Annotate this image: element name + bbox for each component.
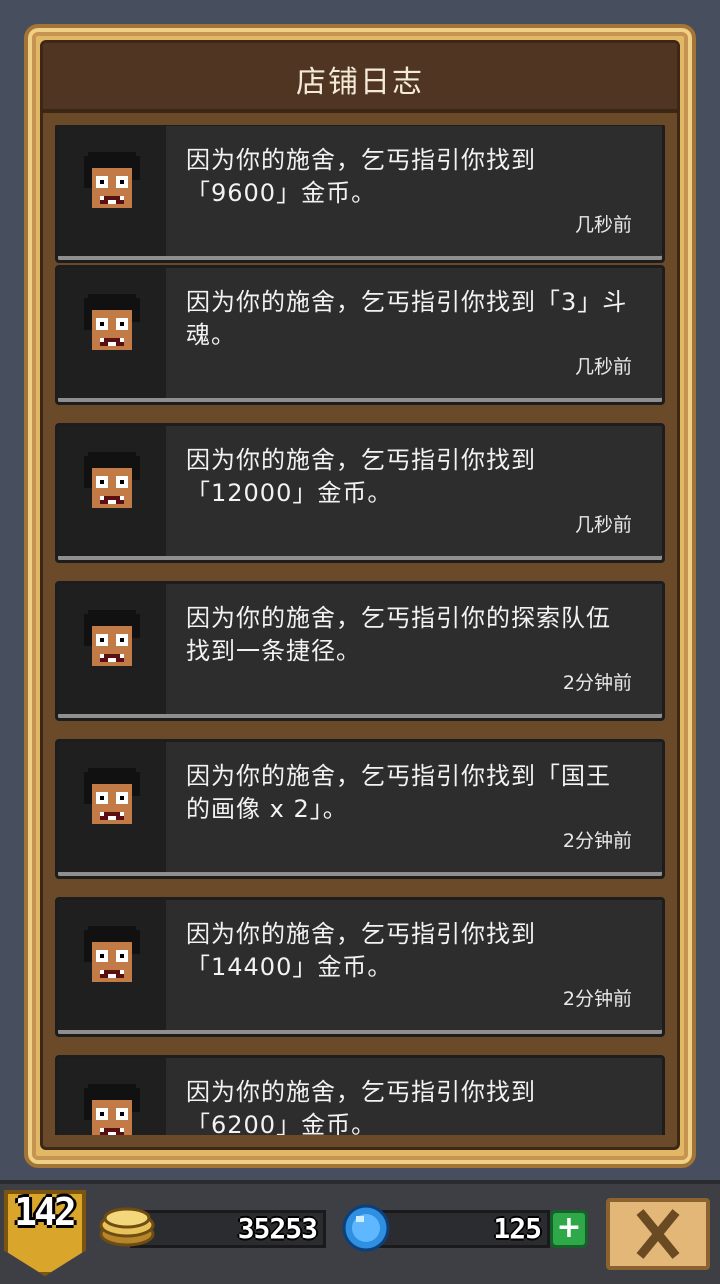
- log-entry: 因为你的施舍，乞丐指引你找到「国王 的画像 x 2」。 2分钟前: [55, 739, 665, 879]
- blue-gem-icon: [342, 1204, 390, 1252]
- gold-coin-icon: [99, 1207, 155, 1247]
- avatar-cell: [58, 426, 166, 556]
- log-time: 几秒前: [574, 356, 632, 378]
- log-time: 2分钟前: [562, 672, 632, 694]
- log-message: 因为你的施舍，乞丐指引你的探索队伍 找到一条捷径。: [186, 604, 611, 665]
- avatar-cell: [58, 268, 166, 398]
- log-entry: 因为你的施舍，乞丐指引你找到 「14400」金币。 2分钟前: [55, 897, 665, 1037]
- shop-log-panel: 店铺日志 因为你的施舍，乞丐指引你找到 「9600」金币。 几秒前 因为你的施舍…: [40, 40, 680, 1150]
- plus-icon: +: [556, 1210, 582, 1245]
- close-button[interactable]: [606, 1198, 710, 1270]
- beggar-face-icon: [84, 926, 140, 982]
- avatar-cell: [58, 900, 166, 1030]
- log-entry: 因为你的施舍，乞丐指引你找到 「6200」金币。: [55, 1055, 665, 1135]
- beggar-face-icon: [84, 768, 140, 824]
- beggar-face-icon: [84, 294, 140, 350]
- log-message: 因为你的施舍，乞丐指引你找到 「6200」金币。: [186, 1078, 536, 1135]
- gold-bar: 35253: [130, 1210, 326, 1248]
- title-bar: 店铺日志: [43, 43, 677, 113]
- avatar-cell: [58, 584, 166, 714]
- log-entry: 因为你的施舍，乞丐指引你找到 「9600」金币。 几秒前: [55, 125, 665, 263]
- log-list[interactable]: 因为你的施舍，乞丐指引你找到 「9600」金币。 几秒前 因为你的施舍，乞丐指引…: [53, 125, 669, 1135]
- avatar-cell: [58, 126, 166, 256]
- log-message: 因为你的施舍，乞丐指引你找到「3」斗 魂。: [186, 288, 628, 349]
- log-entry: 因为你的施舍，乞丐指引你找到「3」斗 魂。 几秒前: [55, 265, 665, 405]
- beggar-face-icon: [84, 610, 140, 666]
- gem-amount: 125: [493, 1212, 542, 1245]
- log-time: 2分钟前: [562, 988, 632, 1010]
- buy-gems-button[interactable]: +: [550, 1210, 588, 1248]
- log-entry: 因为你的施舍，乞丐指引你的探索队伍 找到一条捷径。 2分钟前: [55, 581, 665, 721]
- gold-amount: 35253: [237, 1212, 318, 1245]
- resource-hud: 142 35253 125 +: [0, 1180, 720, 1284]
- page-title: 店铺日志: [296, 65, 424, 100]
- beggar-face-icon: [84, 1084, 140, 1135]
- avatar-cell: [58, 1058, 166, 1135]
- close-x-icon: [636, 1209, 680, 1259]
- log-time: 几秒前: [574, 214, 632, 236]
- gem-bar: 125: [372, 1210, 550, 1248]
- log-message: 因为你的施舍，乞丐指引你找到 「14400」金币。: [186, 920, 536, 981]
- log-message: 因为你的施舍，乞丐指引你找到 「12000」金币。: [186, 446, 536, 507]
- log-entry: 因为你的施舍，乞丐指引你找到 「12000」金币。 几秒前: [55, 423, 665, 563]
- log-message: 因为你的施舍，乞丐指引你找到 「9600」金币。: [186, 146, 536, 207]
- beggar-face-icon: [84, 452, 140, 508]
- player-level: 142: [14, 1190, 77, 1234]
- log-time: 2分钟前: [562, 830, 632, 852]
- log-message: 因为你的施舍，乞丐指引你找到「国王 的画像 x 2」。: [186, 762, 611, 823]
- avatar-cell: [58, 742, 166, 872]
- beggar-face-icon: [84, 152, 140, 208]
- log-time: 几秒前: [574, 514, 632, 536]
